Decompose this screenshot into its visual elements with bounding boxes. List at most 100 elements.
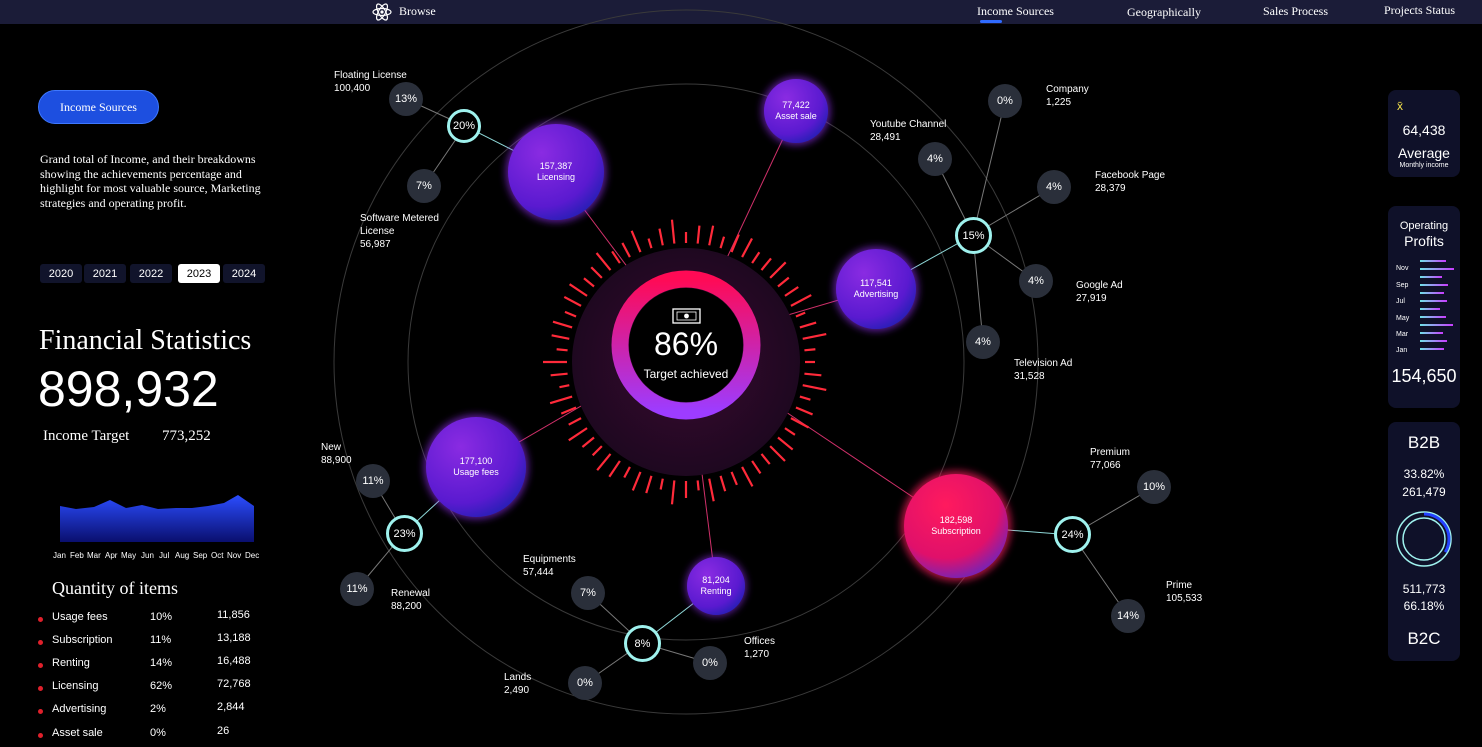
usage-fees-name: Usage fees [453,467,499,477]
progress-tick [719,236,726,249]
b2b-b2c-card: B2B 33.82% 261,479 511,773 66.18% B2C [1388,422,1460,661]
leaf-name: Television Ad [1014,358,1073,369]
renting-name: Renting [700,586,732,596]
progress-tick [804,372,822,377]
leaf-value: 100,400 [334,83,371,94]
progress-tick [696,225,701,244]
new-pct[interactable]: 11% [356,464,390,498]
b2b-pct: 33.82% [1403,467,1445,481]
usage-fees-hub[interactable]: 23% [386,515,423,552]
progress-tick [630,230,642,253]
progress-tick [795,406,813,416]
television-pct[interactable]: 4% [966,325,1000,359]
licensing-value: 157,387 [539,161,573,171]
leaf-name: Company [1046,84,1089,95]
advertising-value: 117,541 [860,278,892,288]
prime-label: Prime 105,533 [1166,579,1202,605]
leaf-value: 88,200 [391,601,422,612]
progress-tick [583,277,595,288]
google-label: Google Ad 27,919 [1076,279,1123,305]
progress-tick [799,321,817,329]
progress-tick [552,320,573,329]
leaf-name: Software Metered License [360,213,439,237]
usage-fees-value: 177,100 [459,456,493,466]
target-caption: Target achieved [643,367,729,381]
leaf-value: 88,900 [321,455,352,466]
progress-tick [551,334,570,340]
leaf-name: Google Ad [1076,280,1123,291]
google-pct[interactable]: 4% [1019,264,1053,298]
progress-tick [804,348,816,352]
progress-tick [645,475,653,494]
renting-label: 81,204 Renting [687,557,745,615]
progress-tick [719,475,727,492]
leaf-name: Facebook Page [1095,170,1166,181]
b2b-label: B2B [1407,433,1441,452]
progress-tick [568,283,588,297]
progress-tick [741,238,753,258]
software-metered-pct[interactable]: 7% [407,169,441,203]
leaf-name: Prime [1166,580,1193,591]
leaf-name: Offices [744,636,775,647]
b2c-label: B2C [1407,629,1441,648]
progress-tick [799,395,811,401]
progress-tick [556,348,568,352]
subscription-hub[interactable]: 24% [1054,516,1091,553]
profit-month: Mar [1396,331,1409,338]
b2c-pct: 66.18% [1403,599,1445,613]
progress-tick [795,311,806,318]
progress-tick [760,257,772,271]
progress-tick [564,310,577,318]
premium-pct[interactable]: 10% [1137,470,1171,504]
progress-tick [784,286,799,297]
leaf-value: 28,379 [1095,183,1126,194]
leaf-name: Youtube Channel [870,119,947,130]
youtube-label: Youtube Channel 28,491 [870,118,946,144]
leaf-value: 1,270 [744,649,770,660]
progress-tick [730,234,740,253]
renewal-pct[interactable]: 11% [340,572,374,606]
leaf-name: Premium [1090,447,1131,458]
leaf-value: 57,444 [523,567,554,578]
progress-tick [751,460,762,475]
leaf-value: 31,528 [1014,371,1045,382]
progress-tick [647,238,653,249]
progress-tick [802,384,827,391]
progress-tick [590,266,603,279]
progress-tick [751,251,761,264]
progress-tick [760,453,771,465]
profit-month: May [1396,315,1410,322]
facebook-pct[interactable]: 4% [1037,170,1071,204]
progress-tick [595,252,612,271]
progress-tick [623,466,631,479]
progress-tick [559,384,570,389]
advertising-hub[interactable]: 15% [955,217,992,254]
equipments-label: Equipments 57,444 [523,553,576,579]
renting-hub[interactable]: 8% [624,625,661,662]
youtube-pct[interactable]: 4% [918,142,952,176]
operating-profit-bars [1420,260,1454,350]
progress-tick [670,480,676,505]
asset-sale-name: Asset sale [775,111,817,121]
offices-pct[interactable]: 0% [693,646,727,680]
asset-sale-label: 77,422 Asset sale [764,79,828,143]
progress-tick [708,225,715,246]
target-percentage: 86% [653,326,719,362]
renting-value: 81,204 [702,575,730,585]
average-sub: Monthly income [1399,162,1449,169]
profit-month: Sep [1396,282,1409,289]
subscription-name: Subscription [931,526,981,536]
progress-tick [777,276,790,288]
lands-pct[interactable]: 0% [568,666,602,700]
progress-tick [790,417,810,429]
company-pct[interactable]: 0% [988,84,1022,118]
television-label: Television Ad 31,528 [1014,357,1072,383]
progress-tick [596,453,612,471]
progress-tick [659,478,664,490]
licensing-hub[interactable]: 20% [447,109,481,143]
equipments-pct[interactable]: 7% [571,576,605,610]
licensing-name: Licensing [536,172,576,182]
progress-tick [777,436,794,451]
prime-pct[interactable]: 14% [1111,599,1145,633]
leaf-value: 27,919 [1076,293,1107,304]
